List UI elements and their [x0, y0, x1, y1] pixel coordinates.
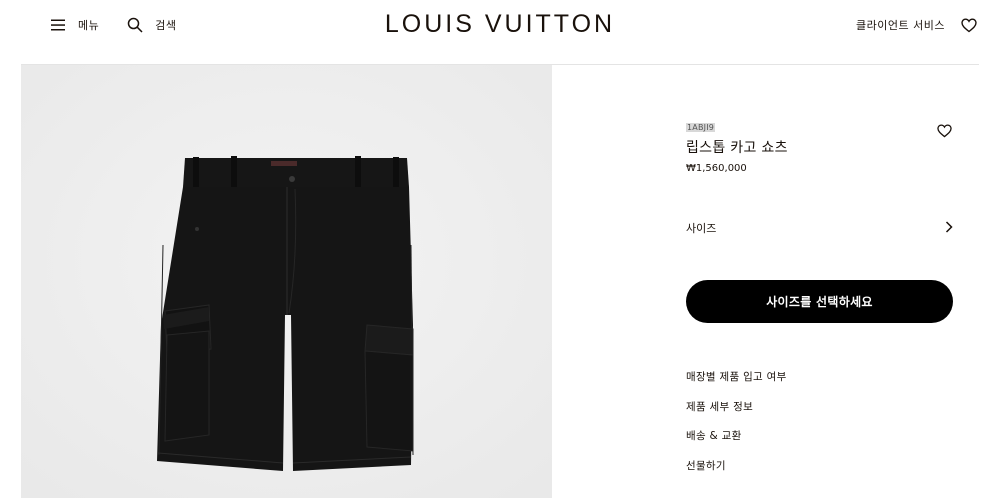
product-sku: 1ABJI9: [686, 123, 716, 132]
client-services-link[interactable]: 클라이언트 서비스: [856, 17, 945, 33]
product-details-link[interactable]: 제품 세부 정보: [686, 399, 787, 429]
product-image[interactable]: [21, 65, 552, 498]
heart-icon[interactable]: [961, 17, 977, 33]
size-selector[interactable]: 사이즈: [686, 218, 953, 238]
select-size-button[interactable]: 사이즈를 선택하세요: [686, 280, 953, 323]
chevron-right-icon: [945, 221, 953, 233]
store-availability-link[interactable]: 매장별 제품 입고 여부: [686, 369, 787, 399]
product-info-links: 매장별 제품 입고 여부 제품 세부 정보 배송 & 교환 선물하기: [686, 369, 787, 487]
size-label: 사이즈: [686, 222, 717, 235]
add-to-wishlist-button[interactable]: [937, 123, 952, 142]
site-header: 메뉴 검색 LOUIS VUITTON 클라이언트 서비스: [0, 0, 1000, 64]
brand-logo[interactable]: LOUIS VUITTON: [0, 10, 1000, 39]
gift-link[interactable]: 선물하기: [686, 458, 787, 488]
delivery-returns-link[interactable]: 배송 & 교환: [686, 428, 787, 458]
header-right-nav: 클라이언트 서비스: [856, 17, 977, 33]
product-price: ₩1,560,000: [686, 163, 747, 174]
heart-icon: [937, 124, 952, 138]
product-name: 립스톱 카고 쇼츠: [686, 140, 788, 156]
